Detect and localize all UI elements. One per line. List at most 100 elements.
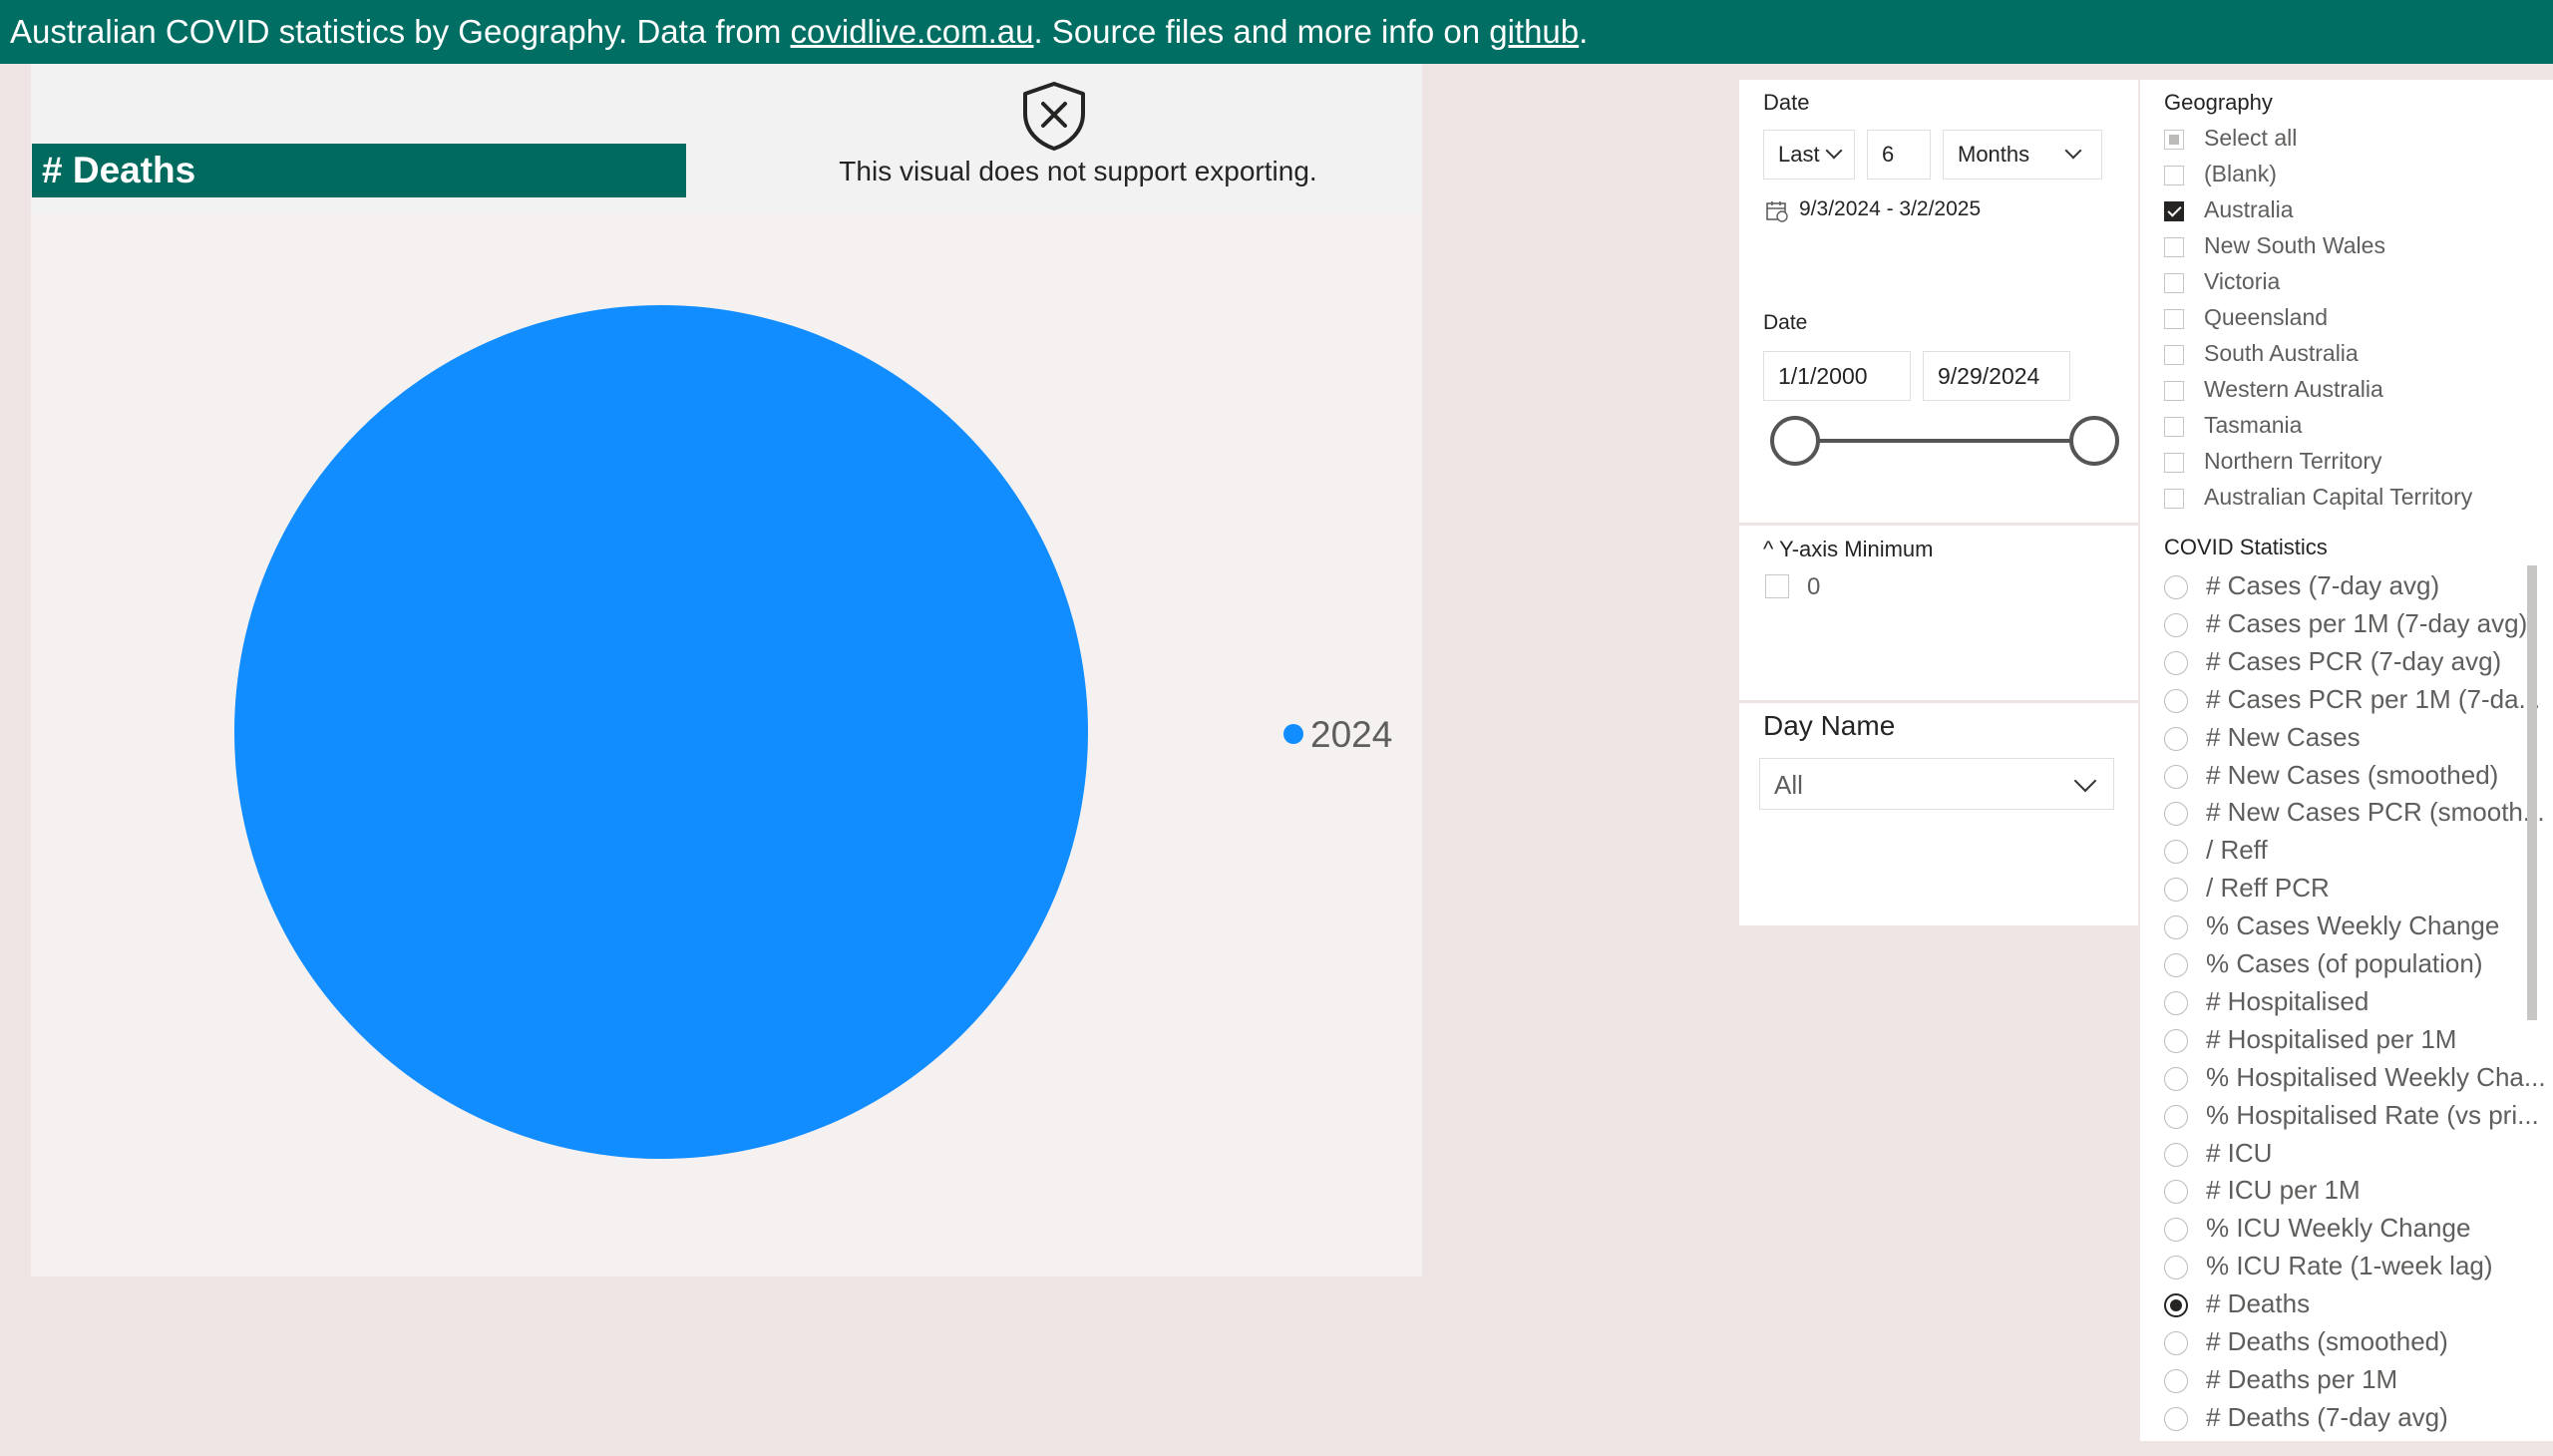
relative-count-input[interactable]: 6	[1867, 130, 1931, 180]
pie-chart-visual[interactable]: 2024 # Deaths This visual does not suppo…	[31, 64, 1422, 1276]
geography-item[interactable]: Select all	[2164, 124, 2543, 156]
statistic-option-label: # ICU	[2206, 1137, 2273, 1168]
statistic-option[interactable]: # Hospitalised per 1M	[2164, 1023, 2553, 1055]
geography-label: Geography	[2164, 90, 2273, 115]
radio-button[interactable]	[2164, 726, 2188, 751]
geography-item[interactable]: New South Wales	[2164, 231, 2543, 263]
radio-button[interactable]	[2164, 1368, 2188, 1393]
geography-item[interactable]: Northern Territory	[2164, 447, 2543, 479]
geography-item[interactable]: Queensland	[2164, 303, 2543, 335]
radio-button[interactable]	[2164, 1142, 2188, 1167]
statistic-option[interactable]: % Hospitalised Rate (vs pri...	[2164, 1099, 2553, 1131]
geography-item-label: Tasmania	[2204, 412, 2303, 438]
statistic-option[interactable]: % Hospitalised Weekly Cha...	[2164, 1061, 2553, 1093]
statistics-scrollbar[interactable]	[2527, 565, 2537, 1020]
statistic-option-label: # New Cases	[2206, 721, 2361, 752]
radio-button[interactable]	[2164, 1406, 2188, 1431]
statistic-option[interactable]: # Deaths	[2164, 1287, 2553, 1319]
checkbox[interactable]	[2164, 345, 2184, 365]
radio-button[interactable]	[2164, 990, 2188, 1015]
geography-item[interactable]: Western Australia	[2164, 375, 2543, 407]
statistic-option[interactable]: # Cases PCR (7-day avg)	[2164, 645, 2553, 677]
statistic-option-label: # Deaths (7-day avg)	[2206, 1401, 2448, 1432]
checkbox[interactable]	[2164, 201, 2184, 221]
statistic-option[interactable]: # New Cases	[2164, 721, 2553, 753]
radio-button[interactable]	[2164, 1028, 2188, 1053]
date-slider-end-handle[interactable]	[2069, 416, 2119, 466]
chevron-down-icon	[2064, 142, 2082, 160]
checkbox[interactable]	[2164, 166, 2184, 185]
radio-button[interactable]	[2164, 1331, 2188, 1355]
checkbox[interactable]	[2164, 130, 2184, 150]
radio-button[interactable]	[2164, 575, 2188, 599]
radio-button[interactable]	[2164, 953, 2188, 977]
radio-button[interactable]	[2164, 1256, 2188, 1280]
radio-button[interactable]	[2164, 688, 2188, 713]
statistic-option-label: % Hospitalised Rate (vs pri...	[2206, 1099, 2539, 1130]
geography-item[interactable]: South Australia	[2164, 339, 2543, 371]
statistic-option[interactable]: % Cases Weekly Change	[2164, 910, 2553, 941]
geography-item[interactable]: Australia	[2164, 195, 2543, 227]
relative-mode-dropdown[interactable]: Last	[1763, 130, 1855, 180]
chevron-down-icon	[1825, 142, 1843, 160]
statistic-option-label: # New Cases (smoothed)	[2206, 759, 2499, 790]
geography-item[interactable]: Australian Capital Territory	[2164, 483, 2543, 515]
covidlive-link[interactable]: covidlive.com.au	[791, 13, 1034, 50]
checkbox[interactable]	[2164, 489, 2184, 509]
radio-button[interactable]	[2164, 764, 2188, 789]
checkbox[interactable]	[2164, 309, 2184, 329]
pie-slice-2024[interactable]	[234, 305, 1088, 1159]
checkbox[interactable]	[2164, 237, 2184, 257]
statistic-option[interactable]: # Cases (7-day avg)	[2164, 569, 2553, 601]
date-slider-start-handle[interactable]	[1770, 416, 1820, 466]
statistic-option[interactable]: # Deaths per 1M	[2164, 1363, 2553, 1395]
statistic-option[interactable]: / Reff PCR	[2164, 872, 2553, 904]
header-text-prefix: Australian COVID statistics by Geography…	[10, 13, 791, 50]
statistic-option[interactable]: % Cases (of population)	[2164, 947, 2553, 979]
radio-button[interactable]	[2164, 612, 2188, 637]
date-slider-track[interactable]	[1795, 439, 2094, 443]
radio-button[interactable]	[2164, 1218, 2188, 1243]
radio-button[interactable]	[2164, 1180, 2188, 1205]
statistic-option[interactable]: # Deaths (smoothed)	[2164, 1325, 2553, 1357]
statistic-option[interactable]: # Deaths (7-day avg)	[2164, 1401, 2553, 1433]
radio-button[interactable]	[2164, 840, 2188, 865]
day-name-dropdown[interactable]: All	[1759, 758, 2114, 810]
statistic-option[interactable]: # Cases PCR per 1M (7-da...	[2164, 683, 2553, 715]
filter-panel-right: Geography Select all (Blank) Australia New …	[2140, 80, 2553, 1441]
radio-button[interactable]	[2164, 650, 2188, 675]
calendar-icon	[1766, 201, 1788, 222]
radio-button[interactable]	[2164, 878, 2188, 903]
statistic-option-label: / Reff	[2206, 835, 2268, 866]
visual-title: # Deaths	[32, 144, 686, 197]
checkbox[interactable]	[2164, 381, 2184, 401]
statistic-option-label: # Hospitalised per 1M	[2206, 1023, 2457, 1054]
statistic-option[interactable]: # Cases per 1M (7-day avg)	[2164, 607, 2553, 639]
statistic-option[interactable]: # Hospitalised	[2164, 985, 2553, 1017]
geography-item[interactable]: (Blank)	[2164, 160, 2543, 191]
statistic-option[interactable]: % ICU Rate (1-week lag)	[2164, 1250, 2553, 1281]
radio-button[interactable]	[2164, 802, 2188, 827]
statistic-option[interactable]: # ICU	[2164, 1137, 2553, 1169]
date-start-input[interactable]: 1/1/2000	[1763, 351, 1911, 401]
relative-unit-dropdown[interactable]: Months	[1943, 130, 2102, 180]
github-link[interactable]: github	[1489, 13, 1579, 50]
geography-item[interactable]: Victoria	[2164, 267, 2543, 299]
statistic-option-label: # Cases (7-day avg)	[2206, 570, 2440, 600]
radio-button[interactable]	[2164, 915, 2188, 940]
geography-item[interactable]: Tasmania	[2164, 411, 2543, 443]
y-axis-zero-checkbox[interactable]	[1765, 574, 1789, 598]
date-end-input[interactable]: 9/29/2024	[1923, 351, 2070, 401]
statistic-option[interactable]: / Reff	[2164, 834, 2553, 866]
checkbox[interactable]	[2164, 417, 2184, 437]
radio-button[interactable]	[2164, 1293, 2188, 1318]
radio-button[interactable]	[2164, 1066, 2188, 1091]
radio-button[interactable]	[2164, 1104, 2188, 1129]
statistic-option[interactable]: # ICU per 1M	[2164, 1174, 2553, 1206]
checkbox[interactable]	[2164, 453, 2184, 473]
statistic-option[interactable]: # New Cases PCR (smooth...	[2164, 796, 2553, 828]
statistic-option[interactable]: # New Cases (smoothed)	[2164, 759, 2553, 791]
statistic-option[interactable]: % ICU Weekly Change	[2164, 1212, 2553, 1244]
panel-divider	[1739, 523, 2138, 526]
checkbox[interactable]	[2164, 273, 2184, 293]
